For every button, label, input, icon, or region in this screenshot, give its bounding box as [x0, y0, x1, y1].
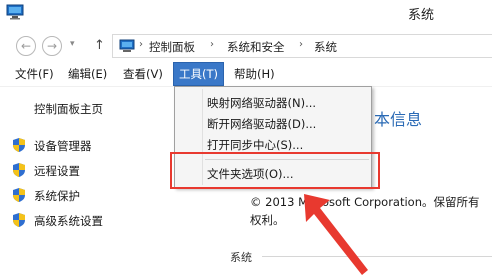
breadcrumb-separator: › [139, 39, 143, 50]
back-button[interactable]: ← [16, 36, 36, 56]
breadcrumb-separator: › [210, 39, 214, 50]
system-section-label: 系统 [230, 251, 252, 264]
window-title: 系统 [408, 8, 435, 23]
highlight-box [170, 152, 380, 189]
address-bar[interactable]: › 控制面板 › 系统和安全 › 系统 [112, 34, 492, 58]
shield-icon [13, 138, 25, 152]
menu-view[interactable]: 查看(V) [118, 62, 168, 86]
up-button[interactable]: ↑ [94, 38, 105, 53]
computer-icon [119, 39, 135, 52]
forward-button[interactable]: → [42, 36, 62, 56]
page-heading: 本信息 [374, 110, 423, 129]
computer-icon [6, 4, 24, 20]
menu-bar: 文件(F) 编辑(E) 查看(V) 工具(T) 帮助(H) [0, 62, 492, 87]
menu-help[interactable]: 帮助(H) [229, 62, 280, 86]
control-panel-home-link[interactable]: 控制面板主页 [34, 101, 103, 117]
shield-icon [13, 213, 25, 227]
menu-tools[interactable]: 工具(T) [173, 62, 224, 86]
map-network-drive-item[interactable]: 映射网络驱动器(N)... [207, 95, 316, 111]
advanced-system-settings-link[interactable]: 高级系统设置 [34, 213, 103, 229]
disconnect-network-drive-item[interactable]: 断开网络驱动器(D)... [207, 116, 316, 132]
arrow-icon [304, 194, 368, 275]
breadcrumb-control-panel[interactable]: 控制面板 [149, 39, 195, 55]
device-manager-link[interactable]: 设备管理器 [34, 138, 92, 154]
system-protection-link[interactable]: 系统保护 [34, 188, 80, 204]
menu-file[interactable]: 文件(F) [10, 62, 59, 86]
remote-settings-link[interactable]: 远程设置 [34, 163, 80, 179]
navigation-row: ← → ▾ ↑ › 控制面板 › 系统和安全 › 系统 [0, 30, 492, 60]
menu-edit[interactable]: 编辑(E) [63, 62, 112, 86]
title-bar: 系统 [0, 0, 492, 28]
recent-locations-chevron-icon[interactable]: ▾ [70, 39, 75, 49]
breadcrumb-system[interactable]: 系统 [314, 39, 337, 55]
breadcrumb-separator: › [299, 39, 303, 50]
open-sync-center-item[interactable]: 打开同步中心(S)... [207, 137, 303, 153]
shield-icon [13, 188, 25, 202]
shield-icon [13, 163, 25, 177]
breadcrumb-system-security[interactable]: 系统和安全 [227, 39, 285, 55]
